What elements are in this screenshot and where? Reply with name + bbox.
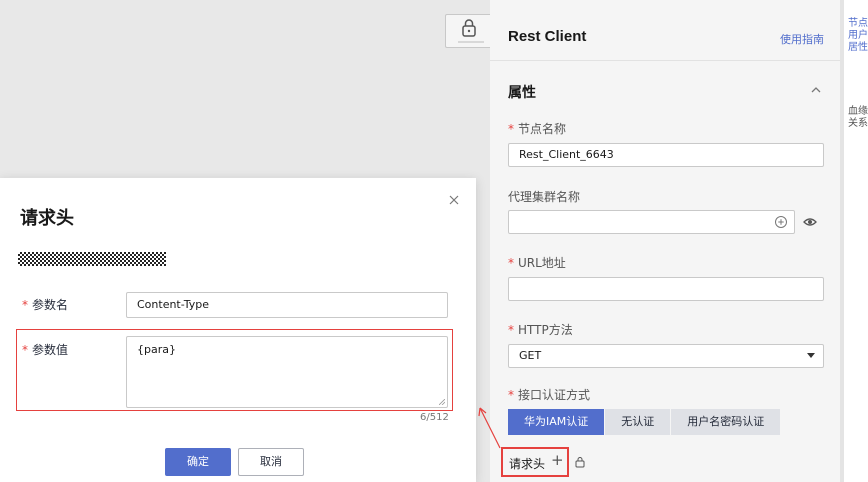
proxy-cluster-label: 代理集群名称	[508, 190, 581, 204]
panel-header: Rest Client 使用指南	[508, 28, 824, 48]
auth-option-iam[interactable]: 华为IAM认证	[508, 409, 605, 435]
plus-icon[interactable]: +	[551, 451, 564, 469]
auth-method-segmented: 华为IAM认证 无认证 用户名密码认证	[508, 409, 781, 435]
auth-method-label: * 接口认证方式	[508, 388, 591, 402]
resize-grip-icon[interactable]	[439, 399, 445, 405]
node-name-label: * 节点名称	[508, 122, 567, 136]
lock-icon	[462, 19, 476, 37]
dialog-title: 请求头	[20, 208, 74, 229]
chevron-up-icon[interactable]	[810, 84, 822, 96]
section-title-properties: 属性	[508, 85, 536, 101]
property-panel: Rest Client 使用指南 属性 * 节点名称 Rest_Client_66…	[490, 0, 840, 482]
plus-circle-icon[interactable]	[774, 215, 788, 229]
param-name-label: * 参数名	[22, 298, 69, 312]
panel-scrollbar[interactable]	[840, 0, 844, 482]
request-header-dialog: 请求头 * 参数名 Content-Type * 参数值 {para} 6/512 …	[0, 178, 476, 482]
annotation-arrow	[478, 407, 501, 449]
panel-title: Rest Client	[508, 28, 587, 45]
url-label: * URL地址	[508, 256, 566, 270]
node-label-placeholder	[458, 41, 484, 43]
http-method-label: * HTTP方法	[508, 323, 573, 337]
side-note-text: 血缘关系	[848, 106, 868, 129]
cancel-button[interactable]: 取消	[238, 448, 304, 476]
required-mark: *	[508, 122, 514, 136]
redacted-block	[18, 252, 166, 266]
panel-divider	[490, 60, 840, 61]
url-input[interactable]	[508, 277, 824, 301]
param-name-input[interactable]: Content-Type	[126, 292, 448, 318]
request-header-label: 请求头	[509, 457, 546, 471]
auth-option-password[interactable]: 用户名密码认证	[671, 409, 781, 435]
param-value-label: * 参数值	[22, 343, 69, 357]
param-value-textarea[interactable]: {para}	[126, 336, 448, 408]
close-icon[interactable]	[448, 194, 460, 206]
side-note-link[interactable]: 节点用户居性	[848, 18, 868, 54]
eye-icon[interactable]	[803, 215, 817, 229]
canvas-node[interactable]	[445, 14, 490, 48]
http-method-select[interactable]: GET	[508, 344, 824, 368]
request-header-highlight: 请求头 +	[501, 447, 569, 477]
caret-down-icon	[807, 353, 815, 358]
proxy-cluster-input[interactable]	[508, 210, 795, 234]
node-name-input[interactable]: Rest_Client_6643	[508, 143, 824, 167]
char-counter: 6/512	[420, 412, 449, 423]
confirm-button[interactable]: 确定	[165, 448, 231, 476]
usage-guide-link[interactable]: 使用指南	[780, 31, 824, 47]
auth-option-none[interactable]: 无认证	[605, 409, 671, 435]
lock-icon[interactable]	[574, 456, 586, 468]
